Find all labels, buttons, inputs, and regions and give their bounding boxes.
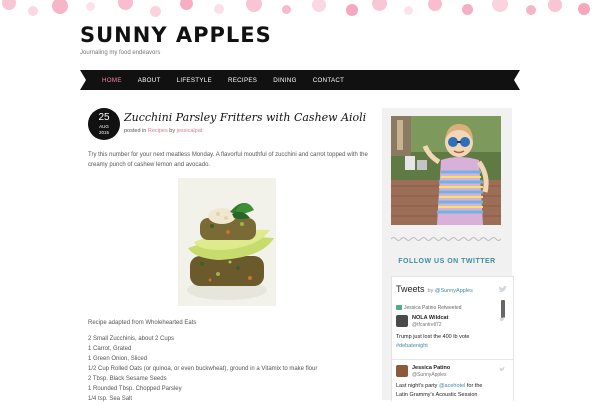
twitter-bird-icon[interactable] (499, 367, 505, 372)
nav-item-contact[interactable]: CONTACT (313, 77, 345, 84)
tweet-author-avatar[interactable] (396, 365, 408, 377)
tweet-text: Trump just lost the 400 lb vote (396, 334, 470, 340)
ingredient-item: 1 Rounded Tbsp. Chopped Parsley (88, 386, 182, 392)
widget-scrollbar[interactable] (501, 300, 505, 318)
ingredient-item: 1 Green Onion, Sliced (88, 356, 148, 362)
ingredient-item: 1/4 tsp. Sea Salt (88, 396, 133, 402)
fritter-photo (178, 178, 276, 306)
post-excerpt: Try this number for your next meatless M… (88, 152, 368, 168)
nav-item-recipes[interactable]: RECIPES (228, 77, 257, 84)
site-title[interactable]: SUNNY APPLES (80, 22, 272, 48)
wavy-divider (391, 237, 501, 241)
twitter-widget-header: Tweets by @SunnyApples (396, 284, 473, 294)
header-dots-decoration (0, 0, 600, 22)
tweets-by-label: by (427, 288, 434, 294)
sidebar: FOLLOW US ON TWITTER Tweets by @SunnyAppl… (382, 108, 514, 401)
retweet-indicator: Jessica Patino Retweeted (396, 305, 462, 311)
tweet-text: Last night's party @acehotel for the (396, 383, 483, 389)
follow-twitter-heading: FOLLOW US ON TWITTER (398, 258, 496, 265)
ingredient-item: 1/2 Cup Rolled Oats (or quinoa, or even … (88, 366, 318, 372)
author-photo[interactable] (391, 116, 501, 225)
post-author-link[interactable]: jessicalpat (177, 128, 203, 134)
nav-item-about[interactable]: ABOUT (138, 77, 161, 84)
twitter-timeline-widget: Tweets by @SunnyApples Jessica Patino Ret… (391, 276, 514, 401)
post-meta-by: by (169, 128, 176, 134)
tweet-hashtag-link[interactable]: #debatenight (396, 343, 428, 349)
site-branding: SUNNY APPLES Journaling my food endeavor… (80, 22, 272, 56)
main-navigation: HOME ABOUT LIFESTYLE RECIPES DINING CONT… (80, 70, 520, 90)
tweet-author-avatar[interactable] (396, 315, 408, 327)
site-tagline: Journaling my food endeavors (80, 50, 161, 56)
tweet-text-continued: Latin Grammy's Acoustic Session (396, 392, 478, 398)
nav-item-lifestyle[interactable]: LIFESTYLE (177, 77, 212, 84)
retweet-icon (396, 305, 402, 311)
twitter-handle-link[interactable]: @SunnyApples (435, 288, 473, 294)
tweet-author-name[interactable]: NOLA Wildcat (412, 315, 448, 321)
post-date-badge: 25 AUG 2015 (88, 108, 120, 140)
post-body: Recipe adapted from Wholehearted Eats 2 … (88, 318, 368, 404)
nav-item-home[interactable]: HOME (102, 77, 122, 84)
nav-item-dining[interactable]: DINING (273, 77, 296, 84)
tweet-mention-link[interactable]: @acehotel (439, 383, 465, 389)
twitter-bird-icon[interactable] (498, 286, 507, 293)
post-title[interactable]: Zucchini Parsley Fritters with Cashew Ai… (124, 111, 366, 124)
ingredient-item: 1 Carrot, Grated (88, 346, 132, 352)
post-meta: posted in Recipes by jessicalpat (124, 128, 202, 134)
post-category-link[interactable]: Recipes (148, 128, 168, 134)
tweet-author-handle[interactable]: @tfcantrell72 (412, 322, 442, 328)
tweet-author-name[interactable]: Jessica Patino (412, 365, 450, 371)
twitter-bird-icon[interactable] (499, 317, 505, 322)
tweet-author-handle[interactable]: @SunnyApples (412, 372, 447, 378)
tweets-title[interactable]: Tweets (396, 284, 425, 294)
post-meta-posted-in: posted in (124, 128, 147, 134)
post-date-year: 2015 (98, 130, 109, 135)
recipe-source: Recipe adapted from Wholehearted Eats (88, 320, 197, 326)
ingredient-item: 2 Small Zucchinis, about 2 Cups (88, 336, 175, 342)
tweet-divider (392, 359, 513, 360)
post-date-day: 25 (98, 112, 110, 123)
ingredient-item: 2 Tbsp. Black Sesame Seeds (88, 376, 167, 382)
